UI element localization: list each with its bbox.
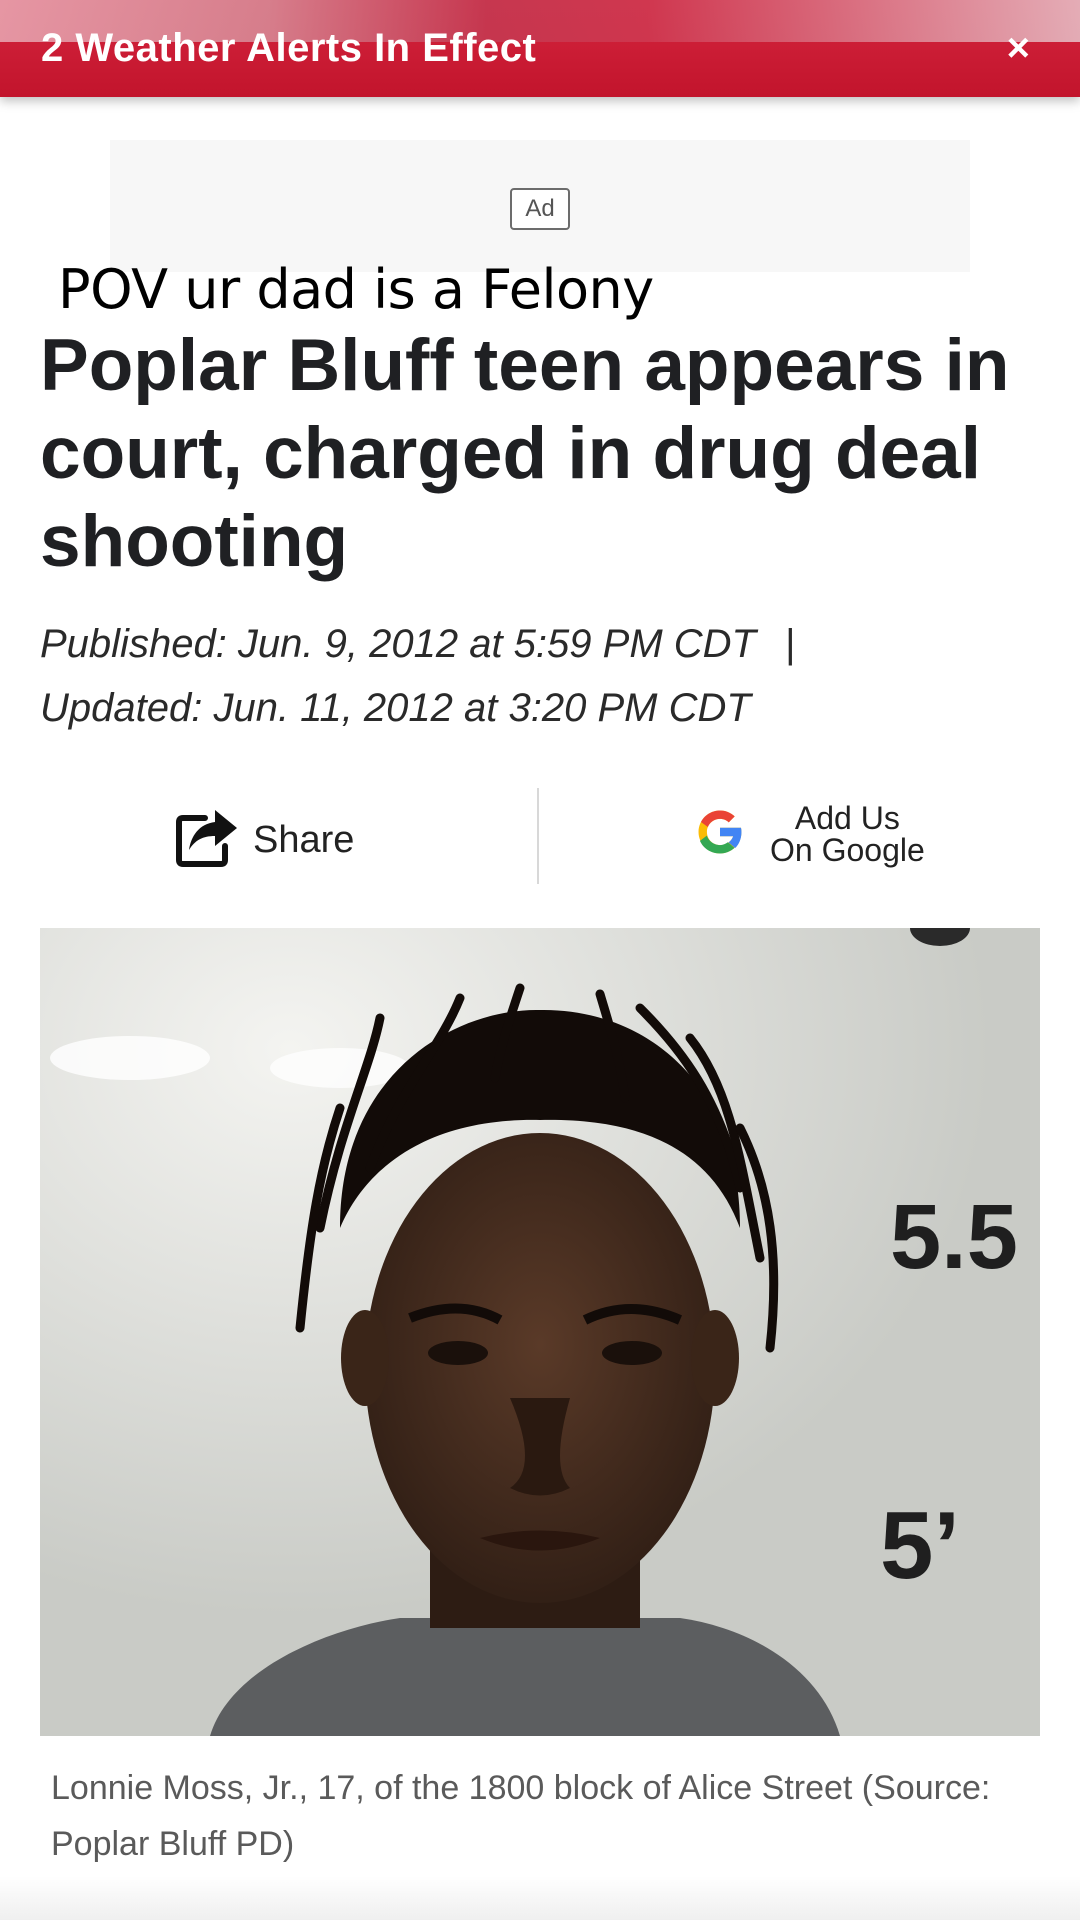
eye-left xyxy=(428,1341,488,1365)
article-actions: Share Add Us On Google xyxy=(40,788,1040,884)
weather-alert-banner[interactable]: 2 Weather Alerts In Effect × xyxy=(0,0,1080,97)
published-date: Published: Jun. 9, 2012 at 5:59 PM CDT xyxy=(40,622,756,666)
ad-label: Ad xyxy=(510,188,570,230)
share-icon xyxy=(175,808,239,873)
published-line: Published: Jun. 9, 2012 at 5:59 PM CDT | xyxy=(40,612,795,676)
ear-left xyxy=(341,1310,389,1406)
google-button-text: Add Us On Google xyxy=(770,802,925,866)
bottom-fade xyxy=(0,1876,1080,1920)
close-icon[interactable]: × xyxy=(1007,28,1030,68)
add-us-on-google-button[interactable]: Add Us On Google xyxy=(692,802,925,866)
updated-date: Updated: Jun. 11, 2012 at 3:20 PM CDT xyxy=(40,686,751,730)
meta-separator: | xyxy=(785,622,796,666)
photo-caption: Lonnie Moss, Jr., 17, of the 1800 block … xyxy=(51,1769,991,1863)
share-label: Share xyxy=(253,818,355,861)
share-button[interactable]: Share xyxy=(175,808,354,872)
light-reflection xyxy=(50,1036,210,1080)
article-meta: Published: Jun. 9, 2012 at 5:59 PM CDT |… xyxy=(40,612,795,740)
weather-alert-text[interactable]: 2 Weather Alerts In Effect xyxy=(41,26,536,71)
google-line-2: On Google xyxy=(770,832,925,868)
height-marking-bottom: 5’ xyxy=(880,1492,960,1599)
action-divider xyxy=(537,788,539,884)
ear-right xyxy=(691,1310,739,1406)
google-line-1: Add Us xyxy=(794,800,900,836)
eye-right xyxy=(602,1341,662,1365)
height-marking-top: 5.5 xyxy=(890,1186,1018,1288)
article-headline: Poplar Bluff teen appears in court, char… xyxy=(40,325,1010,582)
overlay-caption: POV ur dad is a Felony xyxy=(58,258,654,321)
article-photo[interactable]: 5.5 5’ xyxy=(40,928,1040,1736)
google-logo-icon xyxy=(692,804,748,865)
